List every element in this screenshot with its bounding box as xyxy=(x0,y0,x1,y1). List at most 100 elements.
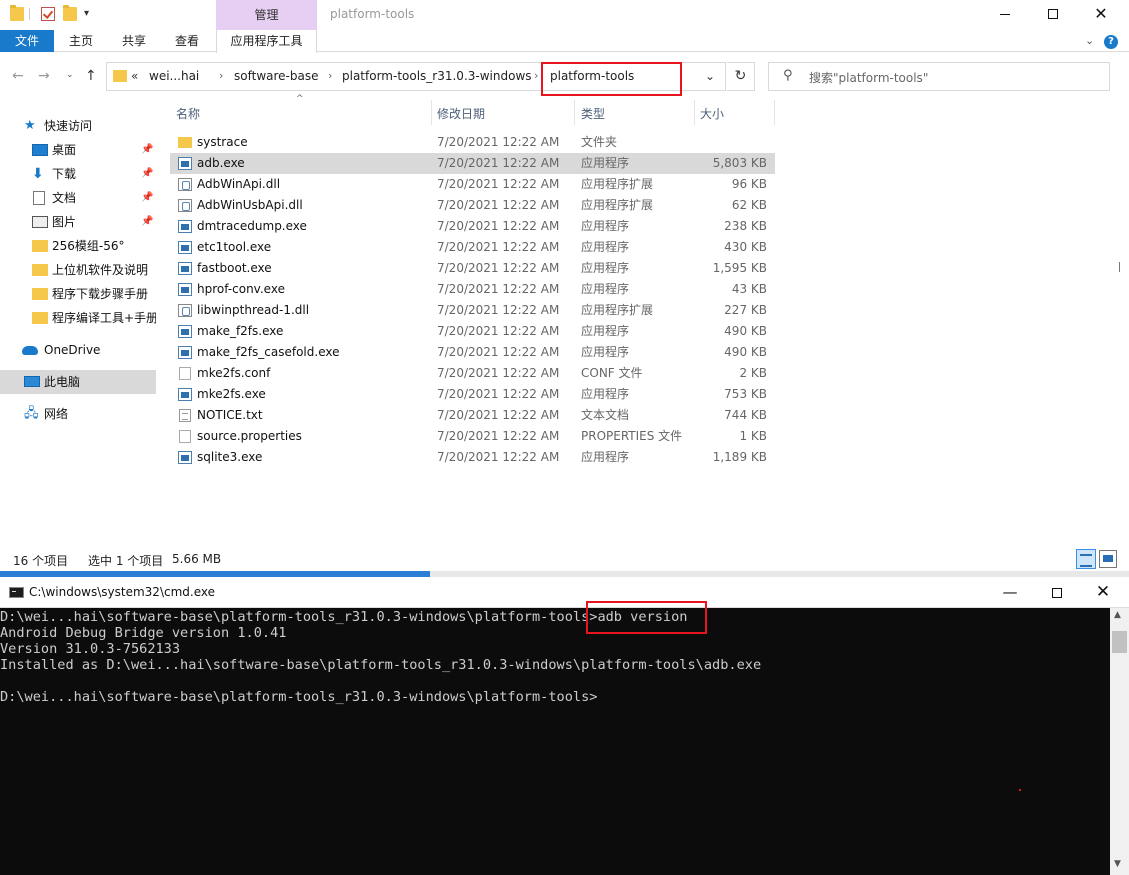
minimize-button[interactable] xyxy=(982,0,1028,30)
desktop-icon xyxy=(32,144,48,156)
breadcrumb-overflow[interactable]: « xyxy=(131,69,138,83)
file-row[interactable]: mke2fs.exe 7/20/2021 12:22 AM 应用程序 753 KB xyxy=(170,384,775,405)
breadcrumb-item[interactable]: software-base xyxy=(234,69,318,83)
application-icon xyxy=(178,325,192,338)
column-header-size[interactable]: 大小 xyxy=(700,105,724,122)
file-row[interactable]: sqlite3.exe 7/20/2021 12:22 AM 应用程序 1,189 K… xyxy=(170,447,775,468)
back-arrow-icon[interactable]: ← xyxy=(12,68,24,84)
status-selection: 选中 1 个项目 xyxy=(88,554,164,568)
ribbon-tabs: 文件 主页 共享 查看 应用程序工具 ⌄ ? xyxy=(0,30,1129,53)
cmd-window: C:\windows\system32\cmd.exe — ✕ D:\wei..… xyxy=(0,577,1129,875)
window-edge xyxy=(1119,262,1129,272)
nav-downloads[interactable]: ⬇ 下载 📌 xyxy=(0,162,156,186)
cmd-minimize-button[interactable]: — xyxy=(987,577,1033,608)
file-row[interactable]: make_f2fs_casefold.exe 7/20/2021 12:22 AM… xyxy=(170,342,775,363)
file-row[interactable]: systrace 7/20/2021 12:22 AM 文件夹 xyxy=(170,132,775,153)
tab-home[interactable]: 主页 xyxy=(60,30,102,52)
tab-view[interactable]: 查看 xyxy=(166,30,208,52)
nav-folder[interactable]: 程序下载步骤手册 xyxy=(0,282,156,306)
nav-quick-access[interactable]: ★ 快速访问 xyxy=(0,114,156,138)
forward-arrow-icon[interactable]: → xyxy=(38,68,50,84)
cmd-maximize-button[interactable] xyxy=(1034,577,1080,608)
file-row-selected[interactable]: adb.exe 7/20/2021 12:22 AM 应用程序 5,803 KB xyxy=(170,153,775,174)
details-view-icon[interactable] xyxy=(1076,549,1096,569)
file-name: dmtracedump.exe xyxy=(197,219,307,233)
file-size: 430 KB xyxy=(724,240,767,254)
column-header-date[interactable]: 修改日期 xyxy=(437,105,485,122)
pin-icon: 📌 xyxy=(141,216,154,227)
properties-icon[interactable] xyxy=(41,7,55,21)
chevron-right-icon[interactable]: › xyxy=(534,69,538,82)
file-size: 2 KB xyxy=(739,366,767,380)
maximize-icon xyxy=(1052,587,1062,598)
new-folder-icon[interactable] xyxy=(63,5,77,21)
refresh-button[interactable]: ↻ xyxy=(727,62,755,91)
file-row[interactable]: mke2fs.conf 7/20/2021 12:22 AM CONF 文件 2 KB xyxy=(170,363,775,384)
nav-pictures[interactable]: 图片 📌 xyxy=(0,210,156,234)
file-row[interactable]: fastboot.exe 7/20/2021 12:22 AM 应用程序 1,595 … xyxy=(170,258,775,279)
nav-folder[interactable]: 上位机软件及说明 xyxy=(0,258,156,282)
file-row[interactable]: source.properties 7/20/2021 12:22 AM PROPE… xyxy=(170,426,775,447)
file-type: 应用程序 xyxy=(581,261,630,275)
column-header-name[interactable]: 名称 xyxy=(176,105,200,122)
text-file-icon xyxy=(179,409,191,422)
customize-toolbar-icon[interactable]: ▾ xyxy=(84,8,89,19)
chevron-right-icon[interactable]: › xyxy=(219,69,223,82)
tab-application-tools[interactable]: 应用程序工具 xyxy=(216,30,317,53)
nav-this-pc[interactable]: 此电脑 xyxy=(0,370,156,394)
tab-file[interactable]: 文件 xyxy=(0,30,54,52)
up-arrow-icon[interactable]: ↑ xyxy=(85,68,97,84)
nav-folder[interactable]: 256模组-56° xyxy=(0,234,156,258)
help-icon[interactable]: ? xyxy=(1104,35,1118,49)
large-icons-view-icon[interactable] xyxy=(1099,550,1117,568)
column-divider[interactable] xyxy=(431,100,432,125)
file-row[interactable]: dmtracedump.exe 7/20/2021 12:22 AM 应用程序 238… xyxy=(170,216,775,237)
tab-share[interactable]: 共享 xyxy=(112,30,156,52)
file-row[interactable]: libwinpthread-1.dll 7/20/2021 12:22 AM 应用程… xyxy=(170,300,775,321)
console-scrollbar[interactable]: ▲ ▼ xyxy=(1110,608,1129,875)
manage-context-tab[interactable]: 管理 xyxy=(216,0,317,30)
column-divider[interactable] xyxy=(774,100,775,125)
scrollbar-thumb[interactable] xyxy=(1112,631,1127,653)
column-divider[interactable] xyxy=(574,100,575,125)
dll-icon xyxy=(178,178,192,191)
file-date: 7/20/2021 12:22 AM xyxy=(437,303,560,317)
nav-desktop[interactable]: 桌面 📌 xyxy=(0,138,156,162)
nav-folder[interactable]: 程序编译工具+手册 xyxy=(0,306,156,330)
scroll-down-icon[interactable]: ▼ xyxy=(1114,859,1121,869)
maximize-button[interactable] xyxy=(1030,0,1076,30)
column-headers: 名称 修改日期 类型 大小 xyxy=(170,100,775,125)
address-dropdown-icon[interactable]: ⌄ xyxy=(705,69,715,83)
file-size: 1 KB xyxy=(739,429,767,443)
expand-ribbon-icon[interactable]: ⌄ xyxy=(1085,34,1094,47)
nav-network[interactable]: 🖧 网络 xyxy=(0,402,156,426)
file-size: 43 KB xyxy=(731,282,767,296)
column-divider[interactable] xyxy=(694,100,695,125)
breadcrumb-item[interactable]: platform-tools_r31.0.3-windows xyxy=(342,69,532,83)
chevron-right-icon[interactable]: › xyxy=(328,69,332,82)
recent-locations-icon[interactable]: ⌄ xyxy=(66,70,74,80)
network-icon: 🖧 xyxy=(24,406,39,421)
file-name: source.properties xyxy=(197,429,302,443)
scroll-up-icon[interactable]: ▲ xyxy=(1114,610,1121,620)
nav-label: 桌面 xyxy=(52,143,77,157)
cmd-close-button[interactable]: ✕ xyxy=(1080,577,1126,608)
dll-icon xyxy=(178,199,192,212)
nav-onedrive[interactable]: OneDrive xyxy=(0,338,156,362)
breadcrumb-item[interactable]: wei...hai xyxy=(149,69,199,83)
column-header-type[interactable]: 类型 xyxy=(581,105,605,122)
file-row[interactable]: NOTICE.txt 7/20/2021 12:22 AM 文本文档 744 KB xyxy=(170,405,775,426)
file-row[interactable]: etc1tool.exe 7/20/2021 12:22 AM 应用程序 430 KB xyxy=(170,237,775,258)
console-output[interactable]: D:\wei...hai\software-base\platform-tool… xyxy=(0,608,1110,875)
file-row[interactable]: hprof-conv.exe 7/20/2021 12:22 AM 应用程序 43 K… xyxy=(170,279,775,300)
search-input[interactable]: 搜索"platform-tools" xyxy=(809,69,928,86)
file-row[interactable]: make_f2fs.exe 7/20/2021 12:22 AM 应用程序 490 K… xyxy=(170,321,775,342)
search-box[interactable]: ⚲ 搜索"platform-tools" xyxy=(768,62,1110,91)
file-size: 96 KB xyxy=(731,177,767,191)
nav-documents[interactable]: 文档 📌 xyxy=(0,186,156,210)
close-button[interactable]: ✕ xyxy=(1078,0,1124,30)
console-line: Version 31.0.3-7562133 xyxy=(0,641,181,657)
file-list: systrace 7/20/2021 12:22 AM 文件夹 adb.exe 7/2… xyxy=(170,132,775,468)
file-row[interactable]: AdbWinUsbApi.dll 7/20/2021 12:22 AM 应用程序扩展… xyxy=(170,195,775,216)
file-row[interactable]: AdbWinApi.dll 7/20/2021 12:22 AM 应用程序扩展 96 … xyxy=(170,174,775,195)
